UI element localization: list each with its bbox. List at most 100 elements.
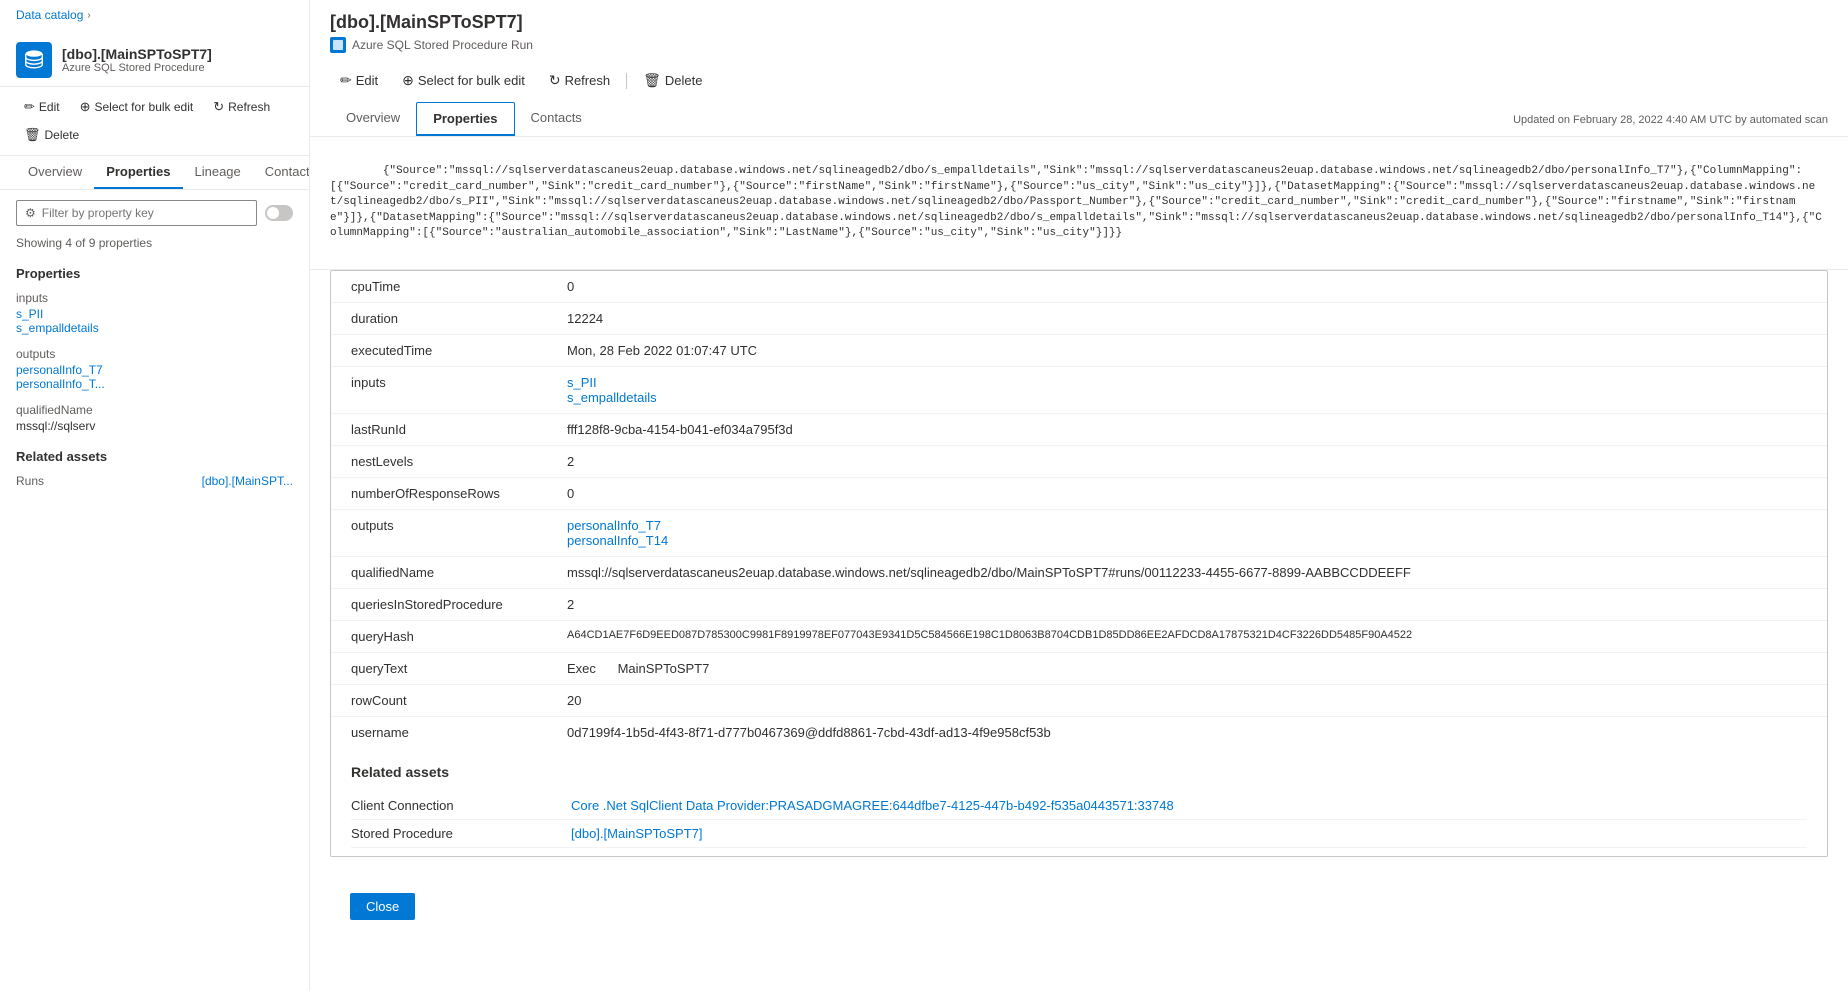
sidebar-related-key-runs: Runs: [16, 474, 44, 488]
delete-label: Delete: [45, 128, 80, 142]
run-icon-box: [330, 37, 346, 53]
main-subtitle-text: Azure SQL Stored Procedure Run: [352, 38, 533, 52]
main-tabs-row: Overview Properties Contacts Updated on …: [330, 100, 1828, 136]
json-preview-text: {"Source":"mssql://sqlserverdatascaneus2…: [330, 165, 1822, 239]
main-refresh-icon: ↻: [549, 72, 561, 89]
prop-val-queryhash: A64CD1AE7F6D9EED087D785300C9981F8919978E…: [551, 621, 1827, 652]
sidebar-filter-row: ⚙: [16, 200, 293, 226]
sidebar-prop-outputs: outputs personalInfo_T7 personalInfo_T..…: [0, 341, 309, 397]
prop-key-queryhash: queryHash: [331, 621, 551, 652]
prop-val-queries: 2: [551, 589, 1827, 620]
output-link-t7[interactable]: personalInfo_T7: [567, 518, 1811, 533]
filter-search-icon: ⚙: [25, 206, 36, 220]
prop-key-qualifiedname: qualifiedName: [331, 557, 551, 588]
input-link-sempall[interactable]: s_empalldetails: [567, 390, 1811, 405]
prop-key-querytext: queryText: [331, 653, 551, 684]
filter-toggle[interactable]: [265, 205, 293, 221]
refresh-icon: ↻: [213, 99, 224, 115]
main-properties-bordered: cpuTime 0 duration 12224 executedTime Mo…: [330, 270, 1828, 857]
sidebar-tab-lineage[interactable]: Lineage: [183, 156, 253, 189]
prop-row-cputime: cpuTime 0: [331, 271, 1827, 303]
prop-key-inputs: inputs: [331, 367, 551, 413]
edit-label: Edit: [39, 100, 60, 114]
run-icon: [332, 39, 344, 51]
prop-row-inputs: inputs s_PII s_empalldetails: [331, 367, 1827, 414]
main-tab-properties[interactable]: Properties: [416, 102, 514, 136]
sidebar-prop-val-outputs-1[interactable]: personalInfo_T7: [16, 363, 293, 377]
plus-circle-icon: ⊕: [80, 99, 91, 115]
sidebar-prop-key-outputs: outputs: [16, 347, 293, 361]
prop-row-qualifiedname: qualifiedName mssql://sqlserverdatascane…: [331, 557, 1827, 589]
prop-val-qualifiedname: mssql://sqlserverdatascaneus2euap.databa…: [551, 557, 1827, 588]
sidebar-related-section: Related assets Runs [dbo].[MainSPT...: [0, 439, 309, 494]
main-title-row: [dbo].[MainSPToSPT7]: [330, 12, 1828, 33]
sidebar-refresh-button[interactable]: ↻ Refresh: [205, 95, 278, 119]
sidebar-related-val-runs[interactable]: [dbo].[MainSPT...: [202, 474, 293, 488]
main-edit-button[interactable]: ✏ Edit: [330, 67, 388, 94]
sidebar-tab-properties[interactable]: Properties: [94, 156, 182, 189]
prop-key-rowcount: rowCount: [331, 685, 551, 716]
prop-val-executedtime: Mon, 28 Feb 2022 01:07:47 UTC: [551, 335, 1827, 366]
sidebar-prop-val-qualifiedname: mssql://sqlserv: [16, 419, 293, 433]
sidebar-prop-val-outputs-2[interactable]: personalInfo_T...: [16, 377, 293, 391]
prop-key-cputime: cpuTime: [331, 271, 551, 302]
sidebar-toolbar: ✏ Edit ⊕ Select for bulk edit ↻ Refresh …: [0, 87, 309, 156]
main-delete-icon: 🗑: [643, 72, 661, 89]
refresh-label: Refresh: [228, 100, 270, 114]
prop-row-executedtime: executedTime Mon, 28 Feb 2022 01:07:47 U…: [331, 335, 1827, 367]
related-stored-procedure: Stored Procedure [dbo].[MainSPToSPT7]: [351, 820, 1807, 848]
prop-key-nestlevels: nestLevels: [331, 446, 551, 477]
main-header: [dbo].[MainSPToSPT7] Azure SQL Stored Pr…: [310, 0, 1848, 137]
prop-val-querytext: Exec MainSPToSPT7: [551, 653, 1827, 684]
breadcrumb[interactable]: Data catalog ›: [0, 0, 309, 30]
sidebar-related-row: Runs [dbo].[MainSPT...: [16, 472, 293, 490]
sidebar-prop-val-inputs-1[interactable]: s_PII: [16, 307, 293, 321]
sidebar-tab-contacts[interactable]: Contacts: [253, 156, 310, 189]
main-tab-overview[interactable]: Overview: [330, 102, 416, 136]
sidebar-edit-button[interactable]: ✏ Edit: [16, 95, 68, 119]
sidebar-delete-button[interactable]: 🗑 Delete: [16, 123, 87, 147]
related-val-client[interactable]: Core .Net SqlClient Data Provider:PRASAD…: [571, 798, 1174, 813]
json-preview: {"Source":"mssql://sqlserverdatascaneus2…: [310, 137, 1848, 270]
sidebar-prop-qualifiedname: qualifiedName mssql://sqlserv: [0, 397, 309, 439]
prop-val-nestlevels: 2: [551, 446, 1827, 477]
prop-row-outputs: outputs personalInfo_T7 personalInfo_T14: [331, 510, 1827, 557]
delete-icon: 🗑: [24, 127, 41, 143]
main-delete-button[interactable]: 🗑 Delete: [633, 67, 712, 94]
related-val-sp[interactable]: [dbo].[MainSPToSPT7]: [571, 826, 703, 841]
related-key-sp: Stored Procedure: [351, 826, 571, 841]
related-client-connection: Client Connection Core .Net SqlClient Da…: [351, 792, 1807, 820]
prop-key-username: username: [331, 717, 551, 748]
sidebar-bulk-edit-button[interactable]: ⊕ Select for bulk edit: [72, 95, 202, 119]
input-link-spii[interactable]: s_PII: [567, 375, 1811, 390]
prop-val-duration: 12224: [551, 303, 1827, 334]
sidebar-asset-title: [dbo].[MainSPToSPT7]: [62, 46, 212, 62]
prop-row-rowcount: rowCount 20: [331, 685, 1827, 717]
main-plus-icon: ⊕: [402, 72, 414, 89]
prop-val-rowcount: 20: [551, 685, 1827, 716]
related-assets-title: Related assets: [351, 764, 1807, 780]
main-body[interactable]: {"Source":"mssql://sqlserverdatascaneus2…: [310, 137, 1848, 991]
sidebar-tab-overview[interactable]: Overview: [16, 156, 94, 189]
prop-row-queries: queriesInStoredProcedure 2: [331, 589, 1827, 621]
sidebar-title-group: [dbo].[MainSPToSPT7] Azure SQL Stored Pr…: [62, 46, 212, 74]
main-edit-icon: ✏: [340, 72, 352, 89]
main-bulk-edit-label: Select for bulk edit: [418, 73, 525, 88]
filter-input[interactable]: [42, 206, 249, 220]
main-refresh-button[interactable]: ↻ Refresh: [539, 67, 620, 94]
prop-row-querytext: queryText Exec MainSPToSPT7: [331, 653, 1827, 685]
properties-table: cpuTime 0 duration 12224 executedTime Mo…: [331, 271, 1827, 748]
main-bulk-edit-button[interactable]: ⊕ Select for bulk edit: [392, 67, 535, 94]
main-tab-contacts[interactable]: Contacts: [515, 102, 598, 136]
main-title: [dbo].[MainSPToSPT7]: [330, 12, 523, 33]
filter-input-box[interactable]: ⚙: [16, 200, 257, 226]
prop-row-lastrunid: lastRunId fff128f8-9cba-4154-b041-ef034a…: [331, 414, 1827, 446]
close-button-container: Close: [310, 873, 1848, 952]
prop-val-inputs: s_PII s_empalldetails: [551, 367, 1827, 413]
output-link-t14[interactable]: personalInfo_T14: [567, 533, 1811, 548]
database-icon: [23, 49, 45, 71]
prop-key-duration: duration: [331, 303, 551, 334]
sidebar-prop-inputs: inputs s_PII s_empalldetails: [0, 285, 309, 341]
close-button[interactable]: Close: [350, 893, 415, 920]
sidebar-prop-val-inputs-2[interactable]: s_empalldetails: [16, 321, 293, 335]
